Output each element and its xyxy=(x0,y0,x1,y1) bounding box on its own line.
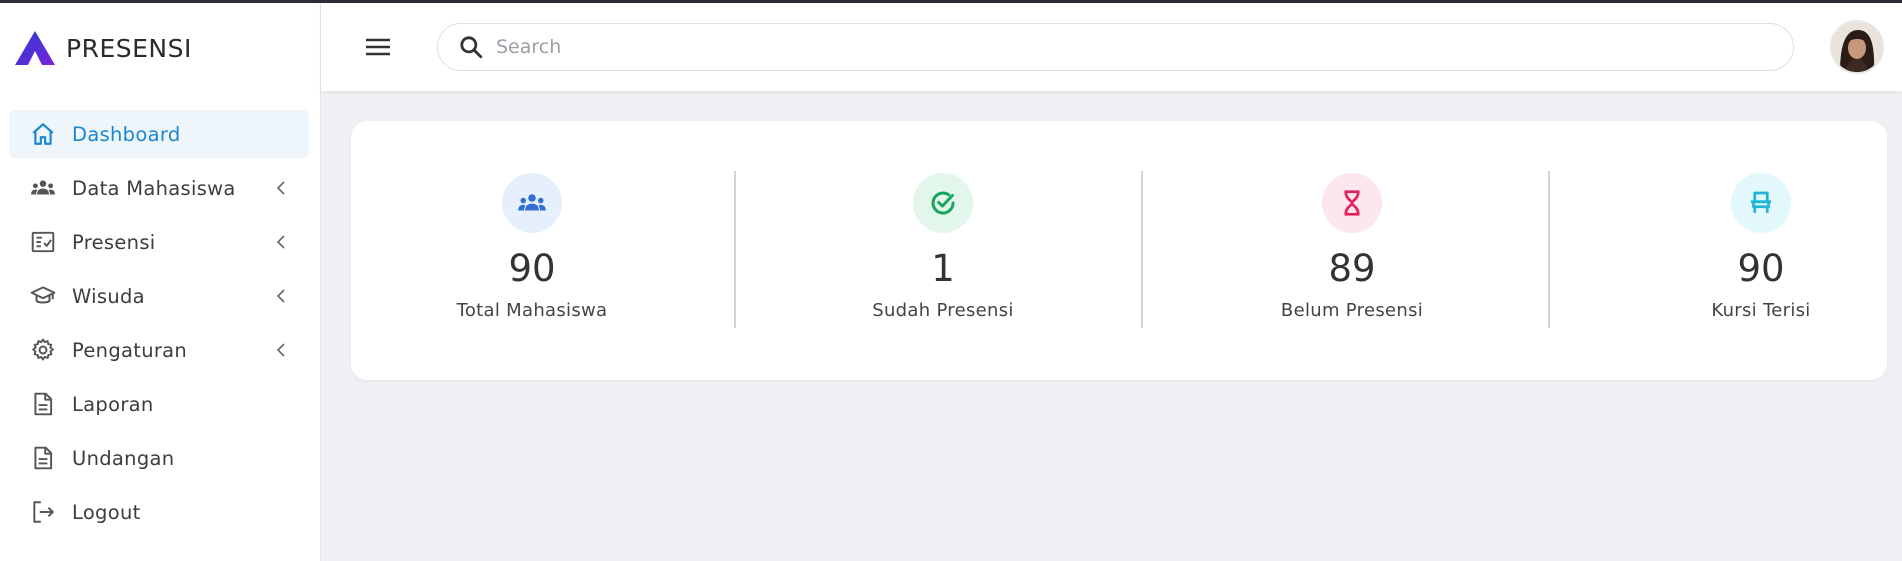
stat-value: 90 xyxy=(508,247,556,290)
stat-label: Kursi Terisi xyxy=(1711,300,1811,321)
sidebar-item-presensi[interactable]: Presensi xyxy=(9,218,309,266)
stat-sudah-presensi: 1 Sudah Presensi xyxy=(863,121,1023,380)
avatar[interactable] xyxy=(1830,20,1884,74)
sidebar-item-label: Wisuda xyxy=(72,284,145,308)
search-input[interactable] xyxy=(496,36,1696,58)
brand-name: PRESENSI xyxy=(66,33,192,63)
sidebar-item-label: Dashboard xyxy=(72,122,181,146)
checklist-icon xyxy=(29,228,57,256)
triangle-logo-icon xyxy=(15,31,55,65)
graduation-cap-icon xyxy=(29,282,57,310)
hamburger-icon[interactable] xyxy=(365,36,391,58)
home-icon xyxy=(29,120,57,148)
chevron-left-icon xyxy=(276,289,285,303)
stats-card: 90 Total Mahasiswa 1 Sudah Presensi 89 B… xyxy=(351,121,1887,380)
stat-value: 89 xyxy=(1328,247,1376,290)
sidebar-item-label: Data Mahasiswa xyxy=(72,176,236,200)
stat-divider xyxy=(1141,171,1143,328)
chevron-left-icon xyxy=(276,343,285,357)
brand[interactable]: PRESENSI xyxy=(14,29,192,67)
stat-icon-badge xyxy=(913,173,973,233)
hourglass-icon xyxy=(1344,190,1360,216)
gear-icon xyxy=(29,336,57,364)
sidebar-item-label: Pengaturan xyxy=(72,338,188,362)
stat-icon-badge xyxy=(502,173,562,233)
user-avatar-icon xyxy=(1832,22,1882,72)
sidebar-item-label: Logout xyxy=(72,500,141,524)
sidebar-item-dashboard[interactable]: Dashboard xyxy=(9,110,309,158)
chevron-left-icon xyxy=(276,181,285,195)
stat-total-mahasiswa: 90 Total Mahasiswa xyxy=(451,121,613,380)
sidebar-item-label: Presensi xyxy=(72,230,156,254)
stat-icon-badge xyxy=(1322,173,1382,233)
search-bar[interactable] xyxy=(437,23,1794,71)
sidebar-item-undangan[interactable]: Undangan xyxy=(9,434,309,482)
users-icon xyxy=(518,194,546,211)
stat-value: 90 xyxy=(1737,247,1785,290)
users-icon xyxy=(29,174,57,202)
stat-label: Belum Presensi xyxy=(1280,300,1424,321)
document-icon xyxy=(29,444,57,472)
sidebar: PRESENSI Dashboard Data Mahasiswa Presen… xyxy=(0,3,321,561)
stat-divider xyxy=(734,171,736,328)
logout-icon xyxy=(29,498,57,526)
search-icon xyxy=(460,36,483,59)
stat-icon-badge xyxy=(1731,173,1791,233)
sidebar-item-laporan[interactable]: Laporan xyxy=(9,380,309,428)
stat-label: Sudah Presensi xyxy=(872,300,1014,321)
sidebar-item-data-mahasiswa[interactable]: Data Mahasiswa xyxy=(9,164,309,212)
sidebar-nav: Dashboard Data Mahasiswa Presensi Wisuda… xyxy=(9,110,309,542)
sidebar-item-label: Laporan xyxy=(72,392,154,416)
sidebar-item-wisuda[interactable]: Wisuda xyxy=(9,272,309,320)
sidebar-item-pengaturan[interactable]: Pengaturan xyxy=(9,326,309,374)
stat-belum-presensi: 89 Belum Presensi xyxy=(1272,121,1432,380)
stat-label: Total Mahasiswa xyxy=(456,300,608,321)
document-icon xyxy=(29,390,57,418)
stat-divider xyxy=(1548,171,1550,328)
stat-kursi-terisi: 90 Kursi Terisi xyxy=(1691,121,1831,380)
chevron-left-icon xyxy=(276,235,285,249)
sidebar-item-label: Undangan xyxy=(72,446,175,470)
check-circle-icon xyxy=(931,191,955,215)
sidebar-item-logout[interactable]: Logout xyxy=(9,488,309,536)
stat-value: 1 xyxy=(931,247,955,290)
top-header xyxy=(321,3,1902,91)
chair-icon xyxy=(1751,191,1771,213)
